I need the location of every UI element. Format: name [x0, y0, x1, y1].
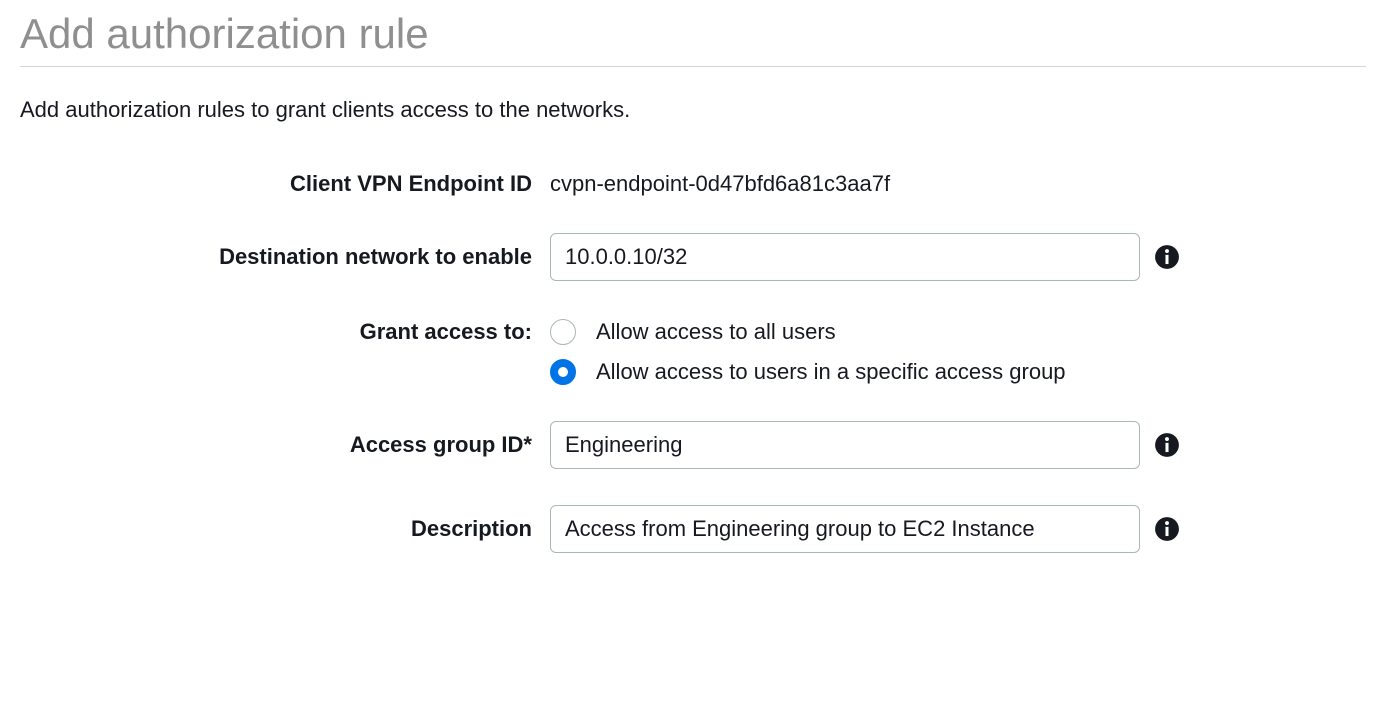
- radio-label-specific-group: Allow access to users in a specific acce…: [596, 359, 1066, 385]
- row-grant-access: Grant access to: Allow access to all use…: [20, 317, 1366, 385]
- label-description: Description: [20, 516, 550, 542]
- radio-option-specific-group[interactable]: Allow access to users in a specific acce…: [550, 359, 1066, 385]
- radio-option-all-users[interactable]: Allow access to all users: [550, 319, 1066, 345]
- access-group-id-input[interactable]: [550, 421, 1140, 469]
- row-access-group-id: Access group ID*: [20, 421, 1366, 469]
- radio-label-all-users: Allow access to all users: [596, 319, 836, 345]
- row-endpoint-id: Client VPN Endpoint ID cvpn-endpoint-0d4…: [20, 171, 1366, 197]
- page-subtitle: Add authorization rules to grant clients…: [20, 97, 1366, 123]
- value-endpoint-id: cvpn-endpoint-0d47bfd6a81c3aa7f: [550, 171, 890, 197]
- radio-checked-icon: [550, 359, 576, 385]
- label-endpoint-id: Client VPN Endpoint ID: [20, 171, 550, 197]
- description-input[interactable]: [550, 505, 1140, 553]
- label-grant-access: Grant access to:: [20, 317, 550, 345]
- info-icon[interactable]: [1154, 244, 1180, 270]
- label-destination-network: Destination network to enable: [20, 244, 550, 270]
- row-destination-network: Destination network to enable: [20, 233, 1366, 281]
- label-access-group-id: Access group ID*: [20, 432, 550, 458]
- row-description: Description: [20, 505, 1366, 553]
- destination-network-input[interactable]: [550, 233, 1140, 281]
- radio-unchecked-icon: [550, 319, 576, 345]
- grant-access-radio-group: Allow access to all users Allow access t…: [550, 317, 1066, 385]
- page-title: Add authorization rule: [20, 10, 1366, 67]
- info-icon[interactable]: [1154, 516, 1180, 542]
- info-icon[interactable]: [1154, 432, 1180, 458]
